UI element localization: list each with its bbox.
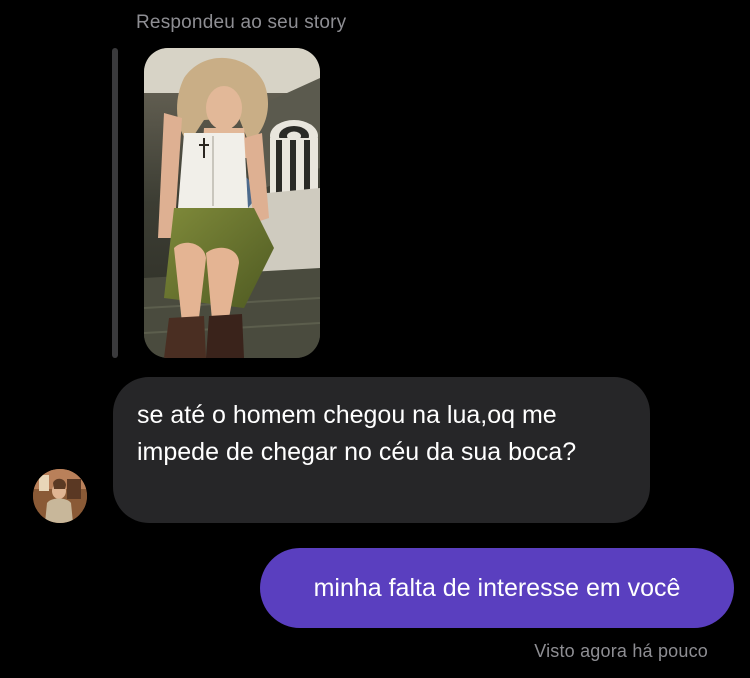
profile-photo-image — [33, 469, 87, 523]
story-photo-image — [144, 48, 320, 358]
reply-quote-bar — [112, 48, 118, 358]
story-reply-caption: Respondeu ao seu story — [136, 12, 347, 33]
seen-status: Visto agora há pouco — [534, 641, 708, 661]
story-thumbnail[interactable] — [144, 48, 320, 358]
incoming-message-bubble[interactable]: se até o homem chegou na lua,oq me imped… — [113, 377, 650, 523]
sender-avatar[interactable] — [33, 469, 87, 523]
outgoing-message-bubble[interactable]: minha falta de interesse em você — [260, 548, 734, 628]
